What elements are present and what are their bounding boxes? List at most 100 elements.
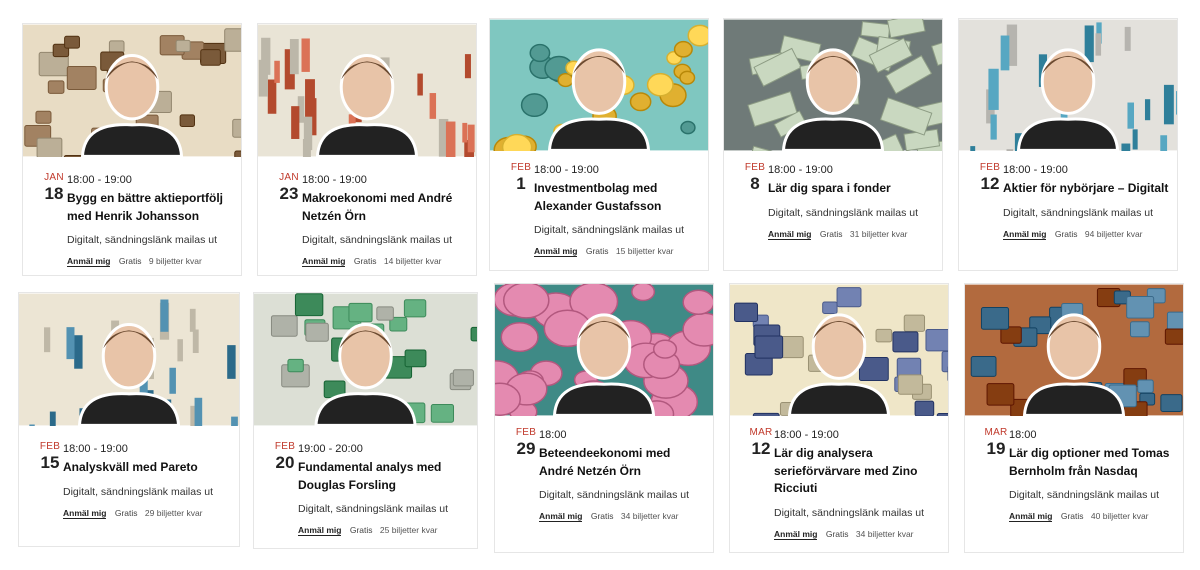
event-info: 18:00 Beteendeekonomi med André Netzén Ö… [539,428,705,522]
event-footer: Anmäl mig Gratis 15 biljetter kvar [534,245,700,257]
event-title[interactable]: Beteendeekonomi med André Netzén Örn [539,445,705,480]
price-label: Gratis [353,256,377,266]
event-info: 18:00 Lär dig optioner med Tomas Bernhol… [1009,428,1175,522]
event-image[interactable] [490,19,708,151]
event-footer: Anmäl mig Gratis 25 biljetter kvar [298,524,469,536]
event-title[interactable]: Lär dig analysera serieförvärvare med Zi… [774,445,940,498]
event-location: Digitalt, sändningslänk mailas ut [1003,206,1153,219]
event-location: Digitalt, sändningslänk mailas ut [302,234,452,246]
tickets-left: 34 biljetter kvar [855,528,914,539]
event-card[interactable]: FEB 29 18:00 Beteendeekonomi med André N… [494,283,714,553]
event-info: 18:00 - 19:00 Aktier för nybörjare – Dig… [1003,163,1169,240]
register-link[interactable]: Anmäl mig [67,256,111,267]
event-card[interactable]: JAN 23 18:00 - 19:00 Makroekonomi med An… [257,23,477,276]
tickets-left: 34 biljetter kvar [620,511,679,521]
event-location: Digitalt, sändningslänk mailas ut [298,503,448,515]
register-link[interactable]: Anmäl mig [539,511,583,522]
event-image[interactable] [730,284,948,416]
tickets-left: 94 biljetter kvar [1084,228,1143,239]
event-image[interactable] [258,24,476,157]
register-link[interactable]: Anmäl mig [768,228,812,240]
price-label: Gratis [585,246,609,256]
price-label: Gratis [1060,511,1084,521]
price-label: Gratis [819,228,843,239]
event-info: 18:00 - 19:00 Makroekonomi med André Net… [302,173,468,267]
register-link[interactable]: Anmäl mig [302,256,346,267]
price-label: Gratis [825,528,849,539]
event-location: Digitalt, sändningslänk mailas ut [768,206,918,219]
event-info: 18:00 - 19:00 Analyskväll med Pareto Dig… [63,442,231,519]
event-card[interactable]: JAN 18 18:00 - 19:00 Bygg en bättre akti… [22,23,242,276]
event-footer: Anmäl mig Gratis 40 biljetter kvar [1009,510,1175,522]
event-card[interactable]: MAR 19 18:00 Lär dig optioner med Tomas … [964,283,1184,553]
event-time: 18:00 - 19:00 [774,429,839,441]
tickets-left: 9 biljetter kvar [148,256,202,266]
event-image[interactable] [959,19,1177,151]
event-title[interactable]: Bygg en bättre aktieportfölj med Henrik … [67,190,233,225]
register-link[interactable]: Anmäl mig [1003,228,1047,240]
event-time: 18:00 - 19:00 [768,164,833,176]
event-image[interactable] [724,19,942,151]
price-label: Gratis [118,256,142,266]
event-time: 18:00 - 19:00 [302,174,367,186]
event-footer: Anmäl mig Gratis 34 biljetter kvar [774,528,940,540]
event-footer: Anmäl mig Gratis 29 biljetter kvar [63,507,231,519]
event-info: 18:00 - 19:00 Investmentbolag med Alexan… [534,163,700,257]
event-time: 19:00 - 20:00 [298,443,363,455]
event-image[interactable] [495,284,713,416]
event-location: Digitalt, sändningslänk mailas ut [63,485,213,498]
event-time: 18:00 - 19:00 [63,443,128,455]
register-link[interactable]: Anmäl mig [1009,511,1053,522]
event-footer: Anmäl mig Gratis 31 biljetter kvar [768,228,934,240]
event-card[interactable]: MAR 12 18:00 - 19:00 Lär dig analysera s… [729,283,949,553]
register-link[interactable]: Anmäl mig [63,507,107,519]
event-image[interactable] [965,284,1183,416]
event-time: 18:00 - 19:00 [67,174,132,186]
event-image[interactable] [19,293,239,426]
event-title[interactable]: Lär dig optioner med Tomas Bernholm från… [1009,445,1175,480]
event-location: Digitalt, sändningslänk mailas ut [67,234,217,246]
event-time: 18:00 - 19:00 [1003,164,1068,176]
event-card[interactable]: FEB 15 18:00 - 19:00 Analyskväll med Par… [18,292,240,547]
register-link[interactable]: Anmäl mig [298,525,342,536]
event-title[interactable]: Fundamental analys med Douglas Forsling [298,459,469,494]
event-footer: Anmäl mig Gratis 94 biljetter kvar [1003,228,1169,240]
register-link[interactable]: Anmäl mig [774,528,818,540]
tickets-left: 29 biljetter kvar [144,507,203,518]
tickets-left: 25 biljetter kvar [379,525,438,535]
event-info: 19:00 - 20:00 Fundamental analys med Dou… [298,442,469,536]
event-title[interactable]: Investmentbolag med Alexander Gustafsson [534,180,700,215]
event-time: 18:00 [1009,429,1037,441]
price-label: Gratis [590,511,614,521]
price-label: Gratis [1054,228,1078,239]
event-info: 18:00 - 19:00 Lär dig analysera serieför… [774,428,940,540]
event-title[interactable]: Makroekonomi med André Netzén Örn [302,190,468,225]
event-card[interactable]: FEB 8 18:00 - 19:00 Lär dig spara i fond… [723,18,943,271]
event-footer: Anmäl mig Gratis 14 biljetter kvar [302,255,468,267]
event-footer: Anmäl mig Gratis 34 biljetter kvar [539,510,705,522]
event-card[interactable]: FEB 20 19:00 - 20:00 Fundamental analys … [253,292,478,549]
tickets-left: 40 biljetter kvar [1090,511,1149,521]
tickets-left: 31 biljetter kvar [849,228,908,239]
event-location: Digitalt, sändningslänk mailas ut [539,489,689,501]
event-location: Digitalt, sändningslänk mailas ut [1009,489,1159,501]
event-info: 18:00 - 19:00 Lär dig spara i fonder Dig… [768,163,934,240]
event-image[interactable] [254,293,477,426]
event-time: 18:00 [539,429,567,441]
event-info: 18:00 - 19:00 Bygg en bättre aktieportfö… [67,173,233,267]
event-title[interactable]: Aktier för nybörjare – Digitalt [1003,180,1169,198]
tickets-left: 14 biljetter kvar [383,256,442,266]
event-title[interactable]: Lär dig spara i fonder [768,180,934,198]
event-time: 18:00 - 19:00 [534,164,599,176]
price-label: Gratis [114,507,138,518]
event-card[interactable]: FEB 12 18:00 - 19:00 Aktier för nybörjar… [958,18,1178,271]
event-title[interactable]: Analyskväll med Pareto [63,459,231,477]
event-image[interactable] [23,24,241,157]
event-card[interactable]: FEB 1 18:00 - 19:00 Investmentbolag med … [489,18,709,271]
register-link[interactable]: Anmäl mig [534,246,578,257]
event-location: Digitalt, sändningslänk mailas ut [774,506,924,519]
tickets-left: 15 biljetter kvar [615,246,674,256]
event-footer: Anmäl mig Gratis 9 biljetter kvar [67,255,233,267]
price-label: Gratis [349,525,373,535]
event-location: Digitalt, sändningslänk mailas ut [534,224,684,236]
